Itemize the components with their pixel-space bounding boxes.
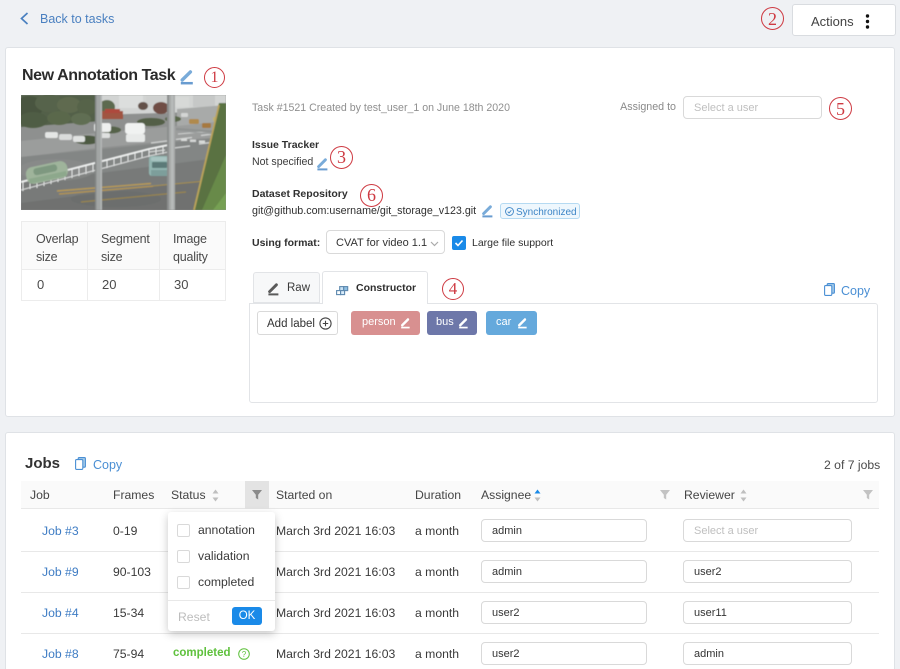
svg-text:?: ? xyxy=(242,650,247,659)
